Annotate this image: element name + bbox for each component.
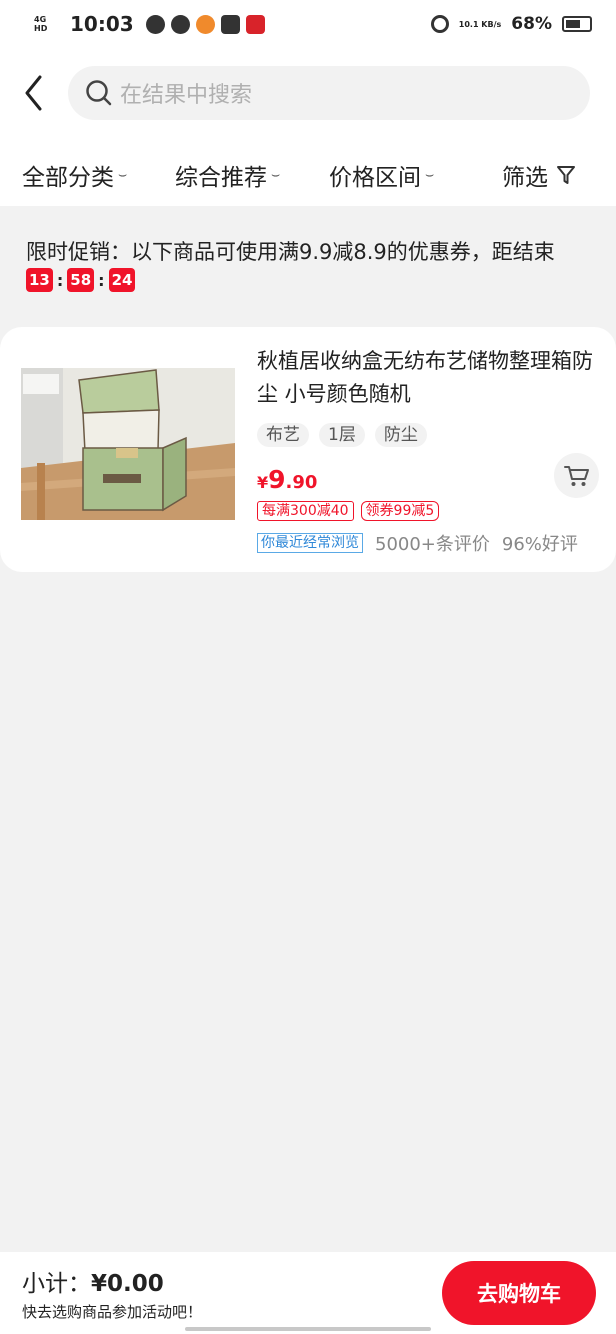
- filter-label: 筛选: [502, 165, 548, 191]
- price-integer: 9: [268, 465, 286, 494]
- add-to-cart-button[interactable]: [554, 453, 599, 498]
- subtotal-label: 小计：: [22, 1271, 91, 1297]
- cart-icon: [563, 465, 589, 486]
- product-tag: 防尘: [374, 423, 427, 447]
- search-icon: [84, 78, 114, 108]
- product-title[interactable]: 秋植居收纳盒无纺布艺储物整理箱防尘 小号颜色随机: [257, 345, 597, 411]
- funnel-icon: [556, 164, 576, 186]
- back-button[interactable]: [0, 48, 68, 138]
- back-arrow-icon: [25, 75, 42, 111]
- coupon-badge: 每满300减40: [257, 501, 354, 521]
- filter-recommended[interactable]: 综合推荐 ⌣: [175, 158, 280, 192]
- price-currency: ¥: [257, 473, 269, 492]
- battery-icon: [562, 16, 592, 32]
- taobao-notification-icon: [220, 14, 240, 34]
- chevron-down-icon: ⌣: [118, 167, 128, 183]
- recently-viewed-badge: 你最近经常浏览: [257, 533, 363, 553]
- network-indicator: 4G HD: [34, 15, 48, 33]
- countdown-separator: :: [56, 270, 64, 290]
- filter-bar: 全部分类 ⌣ 综合推荐 ⌣ 价格区间 ⌣ 筛选: [0, 138, 616, 206]
- activity-hint: 快去选购商品参加活动吧！: [22, 1303, 203, 1321]
- alarm-icon: [430, 15, 449, 33]
- status-right: 10.1 KB/s 68%: [430, 14, 592, 34]
- search-placeholder: 在结果中搜索: [120, 83, 253, 108]
- product-price: ¥9.90: [257, 465, 317, 494]
- countdown-separator: :: [98, 270, 105, 290]
- news-notification-icon: [245, 14, 265, 34]
- product-tag: 布艺: [257, 423, 309, 447]
- chevron-down-icon: ⌣: [425, 167, 435, 183]
- countdown-hours: 13: [26, 268, 53, 292]
- browser-notification-icon: [170, 14, 190, 34]
- review-count: 5000+条评价: [375, 534, 490, 555]
- countdown-seconds: 24: [108, 268, 136, 292]
- countdown-minutes: 58: [67, 268, 95, 292]
- game-notification-icon: [195, 14, 215, 34]
- product-tag: 1层: [319, 423, 365, 447]
- status-time: 10:03: [70, 12, 134, 36]
- filter-label: 全部分类: [22, 165, 114, 191]
- home-indicator[interactable]: [185, 1327, 431, 1331]
- filter-label: 价格区间: [329, 165, 421, 191]
- filter-all-categories[interactable]: 全部分类 ⌣: [22, 158, 127, 192]
- filter-price-range[interactable]: 价格区间 ⌣: [329, 158, 434, 192]
- product-tags: 布艺 1层 防尘: [257, 423, 427, 447]
- price-decimal: .90: [285, 472, 318, 493]
- app-notification-icon: [145, 14, 165, 34]
- go-to-cart-button[interactable]: 去购物车: [442, 1261, 596, 1325]
- notification-icons: [145, 14, 265, 34]
- search-input[interactable]: 在结果中搜索: [68, 66, 590, 120]
- filter-screen[interactable]: 筛选: [502, 158, 576, 192]
- coupon-badge: 领券99减5: [360, 501, 440, 521]
- battery-percent: 68%: [511, 14, 552, 34]
- subtotal: 小计：¥0.00: [22, 1264, 164, 1298]
- countdown-timer: 13 : 58 : 24: [26, 268, 596, 292]
- good-rate: 96%好评: [501, 534, 578, 555]
- net-speed: 10.1 KB/s: [458, 19, 502, 29]
- promo-text: 限时促销：以下商品可使用满9.9减8.9的优惠券，距结束: [26, 240, 555, 264]
- product-coupons: 每满300减40 领券99减5: [257, 501, 440, 521]
- search-header: 在结果中搜索: [0, 48, 616, 138]
- product-meta: 你最近经常浏览 5000+条评价 96%好评: [257, 530, 578, 556]
- filter-label: 综合推荐: [175, 165, 267, 191]
- product-image[interactable]: [21, 368, 235, 520]
- product-card[interactable]: 秋植居收纳盒无纺布艺储物整理箱防尘 小号颜色随机 布艺 1层 防尘 ¥9.90 …: [0, 327, 616, 572]
- status-bar: 4G HD 10:03 10.1 KB/s 68%: [0, 0, 616, 48]
- chevron-down-icon: ⌣: [271, 167, 281, 183]
- bottom-bar: 小计：¥0.00 快去选购商品参加活动吧！ 去购物车: [0, 1252, 616, 1334]
- subtotal-amount: ¥0.00: [91, 1271, 164, 1297]
- promo-banner: 限时促销：以下商品可使用满9.9减8.9的优惠券，距结束 13 : 58 : 2…: [26, 236, 596, 292]
